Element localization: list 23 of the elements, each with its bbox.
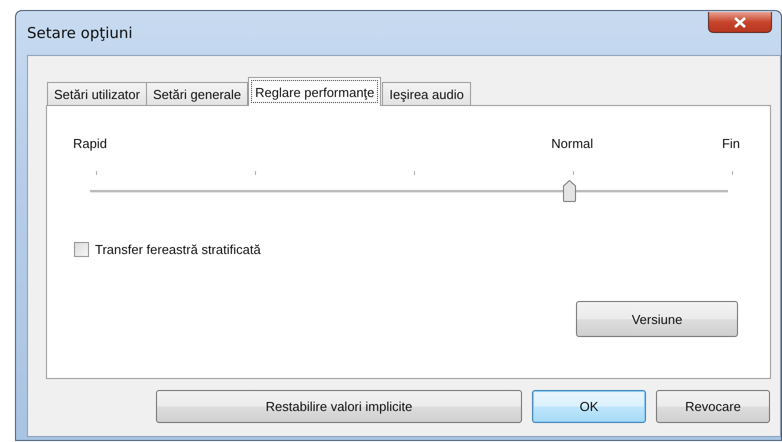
checkbox[interactable] bbox=[74, 242, 89, 257]
tick-mark bbox=[414, 171, 415, 175]
tab[interactable]: Setări generale bbox=[146, 82, 248, 106]
window-title: Setare opţiuni bbox=[27, 24, 133, 42]
checkbox-label: Transfer fereastră stratificată bbox=[95, 242, 261, 257]
close-button[interactable] bbox=[708, 12, 772, 33]
slider-thumb[interactable] bbox=[562, 180, 576, 202]
slider[interactable] bbox=[90, 180, 728, 202]
tick-mark bbox=[732, 171, 733, 175]
tick-mark bbox=[573, 171, 574, 175]
restore-defaults-button[interactable]: Restabilire valori implicite bbox=[156, 390, 522, 423]
tick-mark bbox=[96, 171, 97, 175]
tab[interactable]: Setări utilizator bbox=[47, 82, 147, 106]
version-button[interactable]: Versiune bbox=[576, 301, 738, 337]
slider-label: Normal bbox=[551, 136, 594, 151]
slider-label: Fin bbox=[722, 136, 740, 151]
close-icon bbox=[734, 16, 746, 28]
tab[interactable]: Ieşirea audio bbox=[382, 82, 471, 106]
cancel-button[interactable]: Revocare bbox=[656, 390, 770, 423]
tab[interactable]: Reglare performanţe bbox=[248, 77, 382, 106]
tick-mark bbox=[255, 171, 256, 175]
slider-label: Rapid bbox=[73, 136, 107, 151]
ok-button[interactable]: OK bbox=[532, 390, 646, 423]
